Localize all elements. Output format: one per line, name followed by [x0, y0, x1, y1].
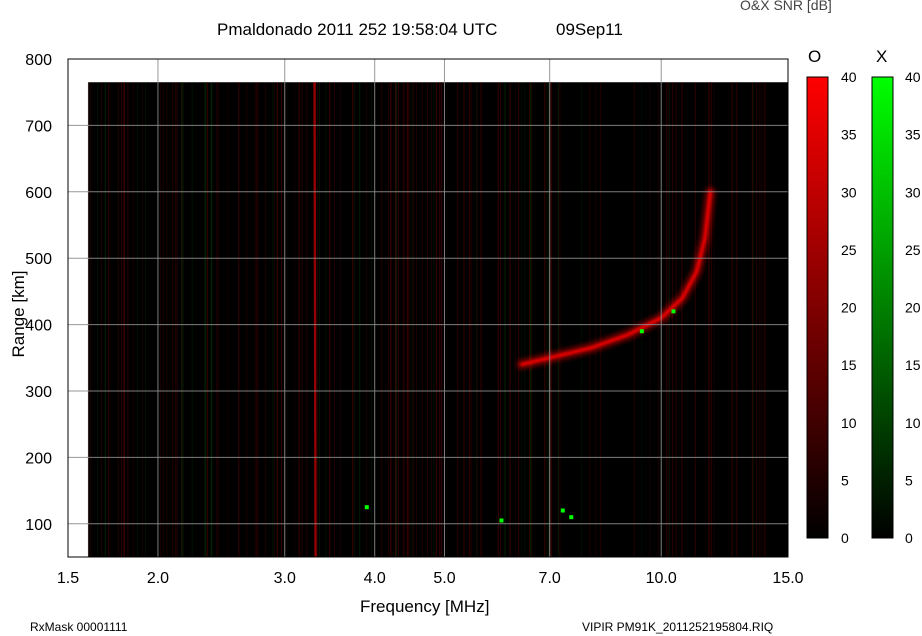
o-colorbar-tick-label: 15	[841, 357, 857, 373]
x-colorbar-tick-label: 25	[905, 242, 921, 258]
x-mode-point	[364, 505, 369, 510]
o-colorbar-tick-label: 25	[841, 242, 857, 258]
x-mode-point	[639, 329, 644, 334]
x-colorbar-tick-label: 40	[905, 69, 921, 85]
x-colorbar-tick-label: 5	[905, 472, 913, 488]
x-tick-label: 4.0	[364, 570, 386, 587]
x-tick-label: 3.0	[274, 570, 296, 587]
y-tick-label: 500	[25, 251, 52, 268]
x-tick-label: 1.5	[57, 570, 79, 587]
y-tick-label: 400	[25, 318, 52, 335]
y-tick-label: 700	[25, 118, 52, 135]
o-colorbar-tick-label: 0	[841, 530, 849, 546]
x-colorbar-tick-label: 0	[905, 530, 913, 546]
y-tick-label: 600	[25, 185, 52, 202]
o-colorbar-tick-label: 10	[841, 415, 857, 431]
x-colorbar-tick-label: 10	[905, 415, 921, 431]
o-colorbar-tick-label: 20	[841, 300, 857, 316]
o-colorbar-tick-label: 40	[841, 69, 857, 85]
x-tick-label: 7.0	[539, 570, 561, 587]
o-colorbar-tick-label: 30	[841, 184, 857, 200]
interference-line	[313, 82, 317, 558]
x-mode-point	[560, 508, 565, 513]
y-tick-label: 200	[25, 450, 52, 467]
x-mode-point	[499, 518, 504, 523]
x-colorbar-tick-label: 30	[905, 184, 921, 200]
y-tick-label: 100	[25, 517, 52, 534]
x-colorbar-tick-label: 20	[905, 300, 921, 316]
y-tick-label: 300	[25, 384, 52, 401]
x-tick-label: 15.0	[772, 570, 803, 587]
x-colorbar-tick-label: 35	[905, 127, 921, 143]
x-tick-label: 5.0	[433, 570, 455, 587]
x-tick-label: 10.0	[646, 570, 677, 587]
y-tick-label: 800	[25, 52, 52, 69]
o-colorbar-tick-label: 5	[841, 472, 849, 488]
x-mode-point	[569, 515, 574, 520]
x-mode-point	[671, 309, 676, 314]
x-colorbar-tick-label: 15	[905, 357, 921, 373]
data-region	[88, 82, 789, 558]
x-tick-label: 2.0	[147, 570, 169, 587]
ionogram-chart: 1.5 2.0 3.0 4.0 5.0 7.0 10.0 15.010020030040050…	[25, 52, 921, 587]
o-colorbar-tick-label: 35	[841, 127, 857, 143]
o-colorbar	[806, 76, 829, 539]
x-colorbar	[871, 76, 894, 539]
